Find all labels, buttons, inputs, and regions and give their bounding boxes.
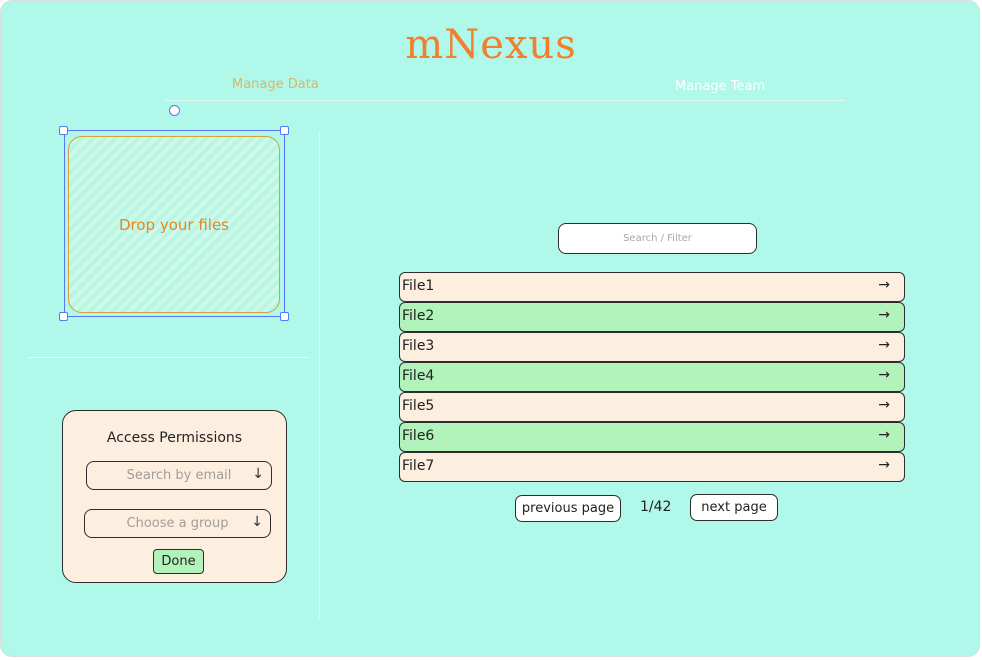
nav-manage-data[interactable]: Manage Data xyxy=(232,77,319,92)
file-name: File7 xyxy=(402,458,435,474)
arrow-right-icon[interactable]: → xyxy=(878,307,890,323)
done-button[interactable]: Done xyxy=(153,549,204,574)
file-row[interactable]: File6 → xyxy=(399,422,905,452)
file-list: File1 → File2 → File3 → File4 → File5 → … xyxy=(399,272,905,482)
horizontal-divider xyxy=(28,357,310,358)
dropzone-label: Drop your files xyxy=(118,215,229,234)
file-name: File4 xyxy=(402,368,435,384)
search-placeholder: Search / Filter xyxy=(623,233,692,244)
file-row[interactable]: File3 → xyxy=(399,332,905,362)
arrow-right-icon[interactable]: → xyxy=(878,277,890,293)
group-select[interactable]: Choose a group ↓ xyxy=(84,509,271,538)
group-placeholder: Choose a group xyxy=(126,516,229,531)
file-dropzone[interactable]: Drop your files xyxy=(68,136,280,313)
email-search-field[interactable]: Search by email ↓ xyxy=(86,461,272,490)
arrow-right-icon[interactable]: → xyxy=(878,427,890,443)
arrow-right-icon[interactable]: → xyxy=(878,337,890,353)
rotate-handle[interactable] xyxy=(169,105,180,116)
nav-manage-team[interactable]: Manage Team xyxy=(675,79,765,94)
file-row[interactable]: File4 → xyxy=(399,362,905,392)
email-placeholder: Search by email xyxy=(126,468,232,483)
file-row[interactable]: File2 → xyxy=(399,302,905,332)
file-row[interactable]: File7 → xyxy=(399,452,905,482)
arrow-right-icon[interactable]: → xyxy=(878,367,890,383)
arrow-right-icon[interactable]: → xyxy=(878,457,890,473)
file-row[interactable]: File1 → xyxy=(399,272,905,302)
previous-page-button[interactable]: previous page xyxy=(515,495,621,522)
nav-divider xyxy=(165,100,845,101)
file-row[interactable]: File5 → xyxy=(399,392,905,422)
search-filter-input[interactable]: Search / Filter xyxy=(558,223,757,254)
file-name: File6 xyxy=(402,428,435,444)
arrow-down-icon[interactable]: ↓ xyxy=(251,514,263,530)
app-title: mNexus xyxy=(405,22,577,68)
resize-handle-top-right[interactable] xyxy=(280,126,289,135)
permissions-title: Access Permissions xyxy=(106,430,243,446)
file-name: File2 xyxy=(402,308,435,324)
page-indicator: 1/42 xyxy=(640,499,672,515)
resize-handle-top-left[interactable] xyxy=(59,126,68,135)
vertical-divider xyxy=(319,133,320,618)
arrow-down-icon[interactable]: ↓ xyxy=(252,466,264,482)
resize-handle-bottom-right[interactable] xyxy=(280,312,289,321)
file-name: File1 xyxy=(402,278,435,294)
resize-handle-bottom-left[interactable] xyxy=(59,312,68,321)
arrow-right-icon[interactable]: → xyxy=(878,397,890,413)
next-page-button[interactable]: next page xyxy=(690,494,778,521)
file-name: File5 xyxy=(402,398,435,414)
file-name: File3 xyxy=(402,338,435,354)
access-permissions-card: Access Permissions Search by email ↓ Cho… xyxy=(62,410,287,583)
